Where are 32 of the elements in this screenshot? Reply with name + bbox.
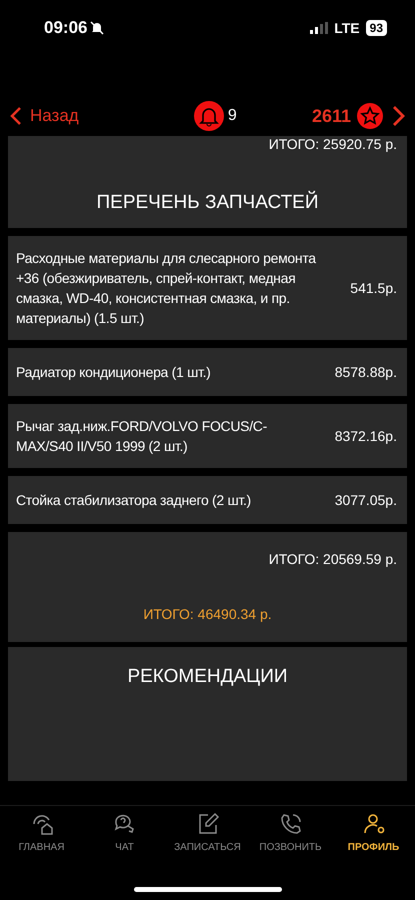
section-title: РЕКОМЕНДАЦИИ <box>8 642 407 707</box>
part-name: Рычаг зад.ниж.FORD/VOLVO FOCUS/C-MAX/S40 II/V50 1999 (2 шт.) <box>16 417 268 456</box>
part-price: 3077.05р. <box>334 492 397 508</box>
part-name: Стойка стабилизатора заднего (2 шт.) <box>16 491 252 510</box>
question-chat-icon <box>112 812 136 836</box>
parts-total: ИТОГО: 20569.59 р. <box>268 551 397 567</box>
phone-icon <box>278 812 302 836</box>
tab-item[interactable]: ГЛАВНАЯ <box>0 812 83 856</box>
back-button[interactable]: Назад <box>10 106 79 126</box>
bell-icon[interactable] <box>194 101 224 131</box>
notification-count: 9 <box>228 107 237 125</box>
total-text: ИТОГО: 25920.75 р. <box>268 136 397 152</box>
tab-item[interactable]: ПРОФИЛЬ <box>332 812 415 856</box>
section-title: ПЕРЕЧЕНЬ ЗАПЧАСТЕЙ <box>95 190 320 215</box>
part-price: 8578.88р. <box>334 364 397 380</box>
tab-item[interactable]: ПОЗВОНИТЬ <box>249 812 332 856</box>
grand-total: ИТОГО: 46490.34 р. <box>143 606 272 622</box>
battery-level: 93 <box>366 20 387 36</box>
part-price: 8372.16р. <box>334 428 397 444</box>
clock: 09:06 <box>44 18 88 38</box>
user-settings-icon <box>362 812 386 836</box>
part-price: 541.5р. <box>350 280 397 296</box>
tab-item[interactable]: ЗАПИСАТЬСЯ <box>166 812 249 856</box>
part-name: Радиатор кондиционера (1 шт.) <box>16 363 212 382</box>
back-chevron-icon <box>10 106 22 126</box>
points-count: 2611 <box>312 106 351 126</box>
network-type: LTE <box>334 20 360 36</box>
tab-item[interactable]: ЧАТ <box>83 812 166 856</box>
muted-bell-icon <box>90 21 104 35</box>
forward-chevron-icon[interactable] <box>391 105 405 127</box>
signal-icon <box>310 22 328 34</box>
part-name: Расходные материалы для слесарного ремонта +36 (обезжириватель, спрей-контакт, медная смазка, WD-40, консистентная смазка, и пр. материалы) (1.5 шт.) <box>16 249 317 328</box>
